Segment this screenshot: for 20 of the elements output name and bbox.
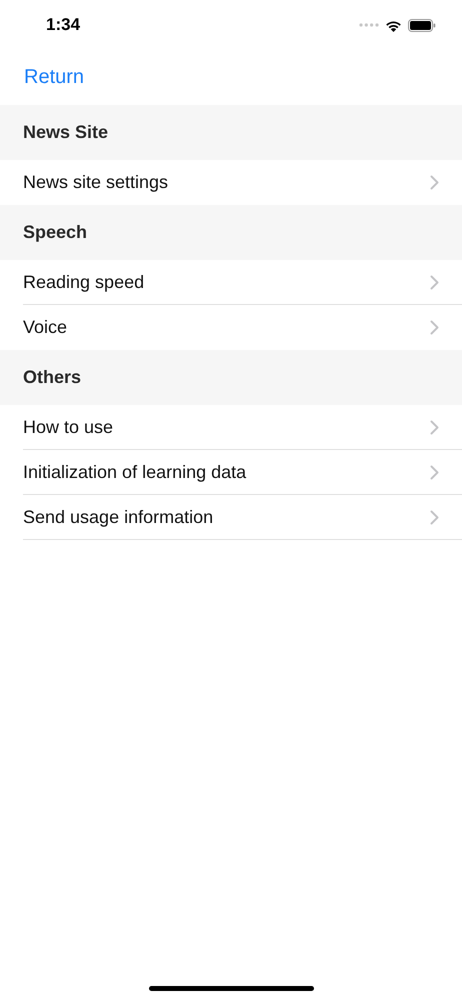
battery-icon — [408, 18, 436, 32]
chevron-icon — [430, 175, 439, 190]
row-label: Voice — [23, 317, 68, 338]
row-label: Send usage information — [23, 506, 214, 528]
section-header: Speech — [0, 205, 462, 260]
wifi-icon — [385, 18, 402, 32]
row-label: Reading speed — [23, 272, 144, 292]
chevron-icon — [430, 274, 439, 290]
chevron-icon — [430, 510, 439, 524]
chevron-icon — [430, 464, 439, 480]
row-label: How to use — [23, 416, 114, 438]
section-header: News Site — [0, 105, 462, 160]
row-label: News site settings — [23, 172, 168, 193]
chevron-icon — [430, 420, 439, 434]
signal-icon — [359, 23, 379, 27]
row-label: Initialization of learning data — [23, 462, 246, 482]
status-time: 1:34 — [46, 15, 80, 35]
back-button[interactable]: Return — [24, 66, 84, 89]
chevron-icon — [430, 320, 439, 335]
section-header: Others — [0, 350, 462, 405]
